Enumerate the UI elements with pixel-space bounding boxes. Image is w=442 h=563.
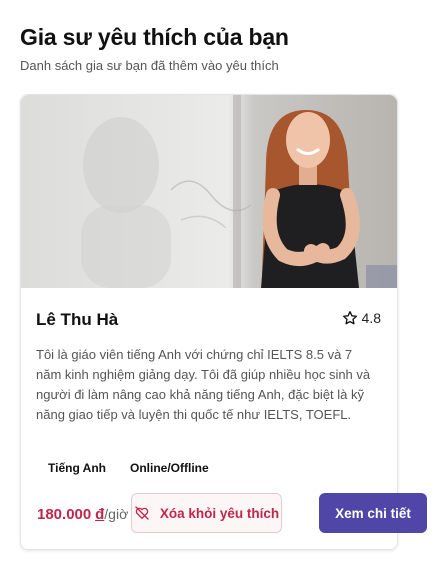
heart-off-icon: [135, 506, 149, 520]
tutor-photo: [21, 95, 397, 288]
tutor-photo-illustration: [21, 95, 397, 288]
tutor-name[interactable]: Lê Thu Hà: [36, 310, 118, 330]
price-amount: 180.000: [37, 506, 92, 523]
tag-list: Tiếng Anh Online/Offline: [36, 459, 221, 477]
remove-favorite-label: Xóa khỏi yêu thích: [159, 505, 280, 521]
star-outline-icon: [342, 311, 357, 325]
tutor-bio: Tôi là giáo viên tiếng Anh với chứng chỉ…: [36, 347, 371, 422]
price-currency: đ: [95, 506, 105, 523]
hourly-price: 180.000 đ/giờ: [37, 506, 128, 523]
tutor-card: Lê Thu Hà 4.8 Tôi là giáo viên tiếng Anh…: [20, 94, 427, 550]
tag-mode: Online/Offline: [130, 461, 209, 475]
page-title: Gia sư yêu thích của bạn: [20, 24, 289, 50]
rating-value: 4.8: [361, 310, 381, 326]
tag-subject: Tiếng Anh: [48, 461, 106, 475]
page-subtitle: Danh sách gia sư bạn đã thêm vào yêu thí…: [20, 58, 279, 73]
price-unit: /giờ: [104, 506, 129, 522]
remove-favorite-button[interactable]: Xóa khỏi yêu thích: [131, 493, 282, 533]
tutor-rating: 4.8: [342, 310, 381, 326]
view-detail-button[interactable]: Xem chi tiết: [319, 493, 427, 533]
